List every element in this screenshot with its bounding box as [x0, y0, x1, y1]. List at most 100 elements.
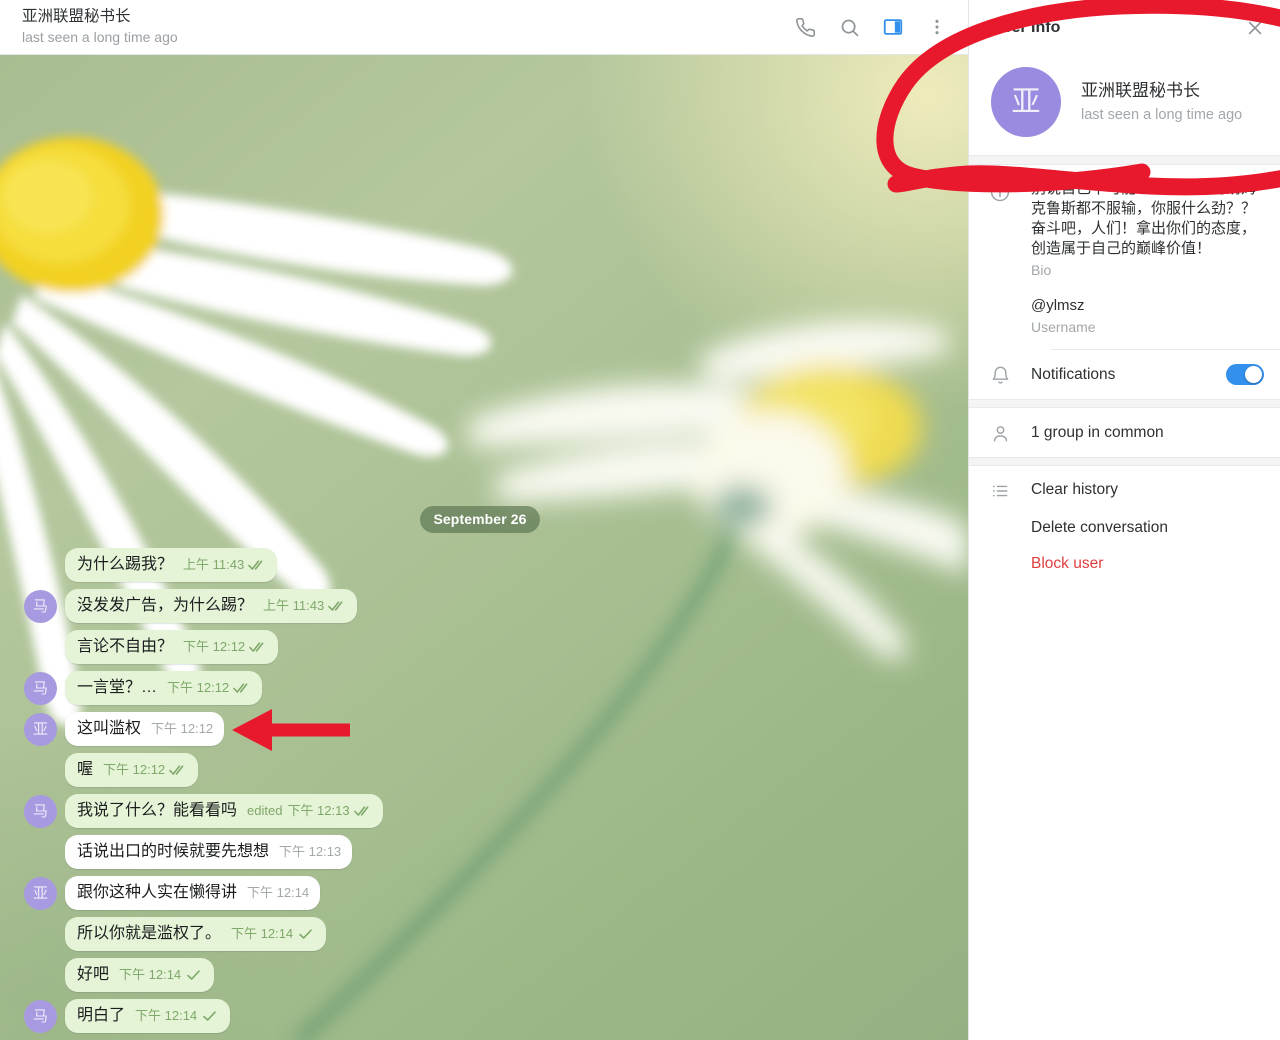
bio-value: 别说自己不可能！年过半百的汤姆克鲁斯都不服输，你服什么劲？？奋斗吧，人们！拿出你… [1031, 180, 1257, 257]
message-text: 喔 [77, 761, 94, 778]
about-section: 别说自己不可能！年过半百的汤姆克鲁斯都不服输，你服什么劲？？奋斗吧，人们！拿出你… [969, 165, 1280, 349]
read-receipt-double-check-icon [353, 805, 372, 817]
outgoing-message-bubble[interactable]: 一言堂？… 下午 12:12 [65, 671, 263, 705]
message-time: 下午 12:13 [287, 803, 350, 818]
message-row: 亚这叫滥权 下午 12:12 [10, 712, 950, 746]
groups-in-common-row[interactable]: 1 group in common [969, 408, 1280, 457]
incoming-message-bubble[interactable]: 话说出口的时候就要先想想 下午 12:13 [65, 835, 353, 869]
message-row: 言论不自由？ 下午 12:12 [10, 630, 950, 664]
message-row: 马 我说了什么？能看看吗 edited 下午 12:13 [10, 794, 950, 828]
message-avatar[interactable]: 亚 [24, 877, 57, 910]
outgoing-message-bubble[interactable]: 喔下午 12:12 [65, 753, 199, 787]
toggle-knob [1245, 366, 1262, 383]
profile-name: 亚洲联盟秘书长 [1081, 80, 1200, 100]
date-divider-row: September 26 [10, 506, 950, 533]
message-avatar[interactable]: 马 [24, 795, 57, 828]
actions-menu: Clear history Delete conversation Block … [969, 466, 1280, 588]
more-vertical-icon[interactable] [920, 10, 954, 44]
username-value: @ylmsz [1031, 297, 1085, 314]
bell-icon [969, 363, 1031, 386]
delete-conversation-row[interactable]: Delete conversation [969, 510, 1280, 546]
block-user-row[interactable]: Block user [969, 546, 1280, 582]
avatar[interactable]: 亚 [991, 67, 1061, 137]
message-row: 亚跟你这种人实在懒得讲 下午 12:14 [10, 876, 950, 910]
message-text: 这叫滥权 [77, 720, 142, 737]
incoming-message-bubble[interactable]: 这叫滥权 下午 12:12 [65, 712, 225, 746]
message-meta: 下午 12:12 [183, 637, 267, 657]
outgoing-message-bubble[interactable]: 没发发广告，为什么踢？ 上午 11:43 [65, 589, 358, 623]
close-icon[interactable] [1238, 11, 1272, 45]
message-avatar[interactable]: 亚 [24, 713, 57, 746]
message-text: 好吧 [77, 966, 110, 983]
message-time: 上午 11:43 [263, 598, 325, 613]
message-meta: 下午 12:14 [231, 924, 315, 944]
message-avatar[interactable]: 马 [24, 1000, 57, 1033]
message-time: 下午 12:14 [247, 885, 310, 900]
message-meta: 下午 12:14 [247, 883, 309, 903]
profile-texts: 亚洲联盟秘书长 last seen a long time ago [1081, 80, 1242, 125]
message-text: 我说了什么？能看看吗 [77, 802, 238, 819]
message-avatar-spacer [24, 549, 57, 582]
incoming-message-bubble[interactable]: 跟你这种人实在懒得讲 下午 12:14 [65, 876, 321, 910]
clear-history-label: Clear history [1031, 481, 1118, 498]
profile-block[interactable]: 亚 亚洲联盟秘书长 last seen a long time ago [969, 55, 1280, 155]
message-time: 下午 12:13 [279, 844, 342, 859]
outgoing-message-bubble[interactable]: 明白了 下午 12:14 [65, 999, 231, 1033]
profile-status: last seen a long time ago [1081, 106, 1243, 123]
outgoing-message-bubble[interactable]: 所以你就是滥权了。 下午 12:14 [65, 917, 327, 951]
message-list[interactable]: September 26 为什么踢我？ 上午 11:43 马 没发发广告，为什么踢？ 上… [0, 55, 968, 1040]
bio-label: Bio [1031, 262, 1052, 278]
panel-separator [969, 155, 1280, 165]
info-icon [969, 179, 1031, 337]
message-time: 下午 12:14 [119, 967, 182, 982]
outgoing-message-bubble[interactable]: 言论不自由？ 下午 12:12 [65, 630, 279, 664]
message-text: 一言堂？… [77, 679, 158, 696]
bio-field[interactable]: 别说自己不可能！年过半百的汤姆克鲁斯都不服输，你服什么劲？？奋斗吧，人们！拿出你… [1031, 179, 1264, 280]
outgoing-message-bubble[interactable]: 好吧 下午 12:14 [65, 958, 215, 992]
chat-header-actions [788, 10, 954, 44]
message-time: 下午 12:12 [167, 680, 230, 695]
outgoing-message-bubble[interactable]: 为什么踢我？ 上午 11:43 [65, 548, 278, 582]
message-meta: 上午 11:43 [183, 555, 266, 575]
chat-column: 亚洲联盟秘书长 last seen a long time ago Septem… [0, 0, 968, 1040]
message-avatar-spacer [24, 959, 57, 992]
message-time: 下午 12:14 [135, 1008, 198, 1023]
username-label: Username [1031, 319, 1096, 335]
read-receipt-double-check-icon [248, 559, 266, 571]
message-text: 话说出口的时候就要先想想 [77, 843, 270, 860]
message-meta: 下午 12:12 [103, 760, 187, 780]
panel-title: User Info [991, 18, 1061, 36]
notifications-toggle[interactable] [1226, 364, 1264, 385]
sent-check-icon [297, 928, 315, 940]
sent-check-icon [185, 969, 203, 981]
username-field[interactable]: @ylmsz Username [1031, 296, 1264, 337]
notifications-label: Notifications [1031, 365, 1116, 383]
message-avatar-spacer [24, 631, 57, 664]
right-panel-toggle-icon[interactable] [876, 10, 910, 44]
messages-container: 为什么踢我？ 上午 11:43 马 没发发广告，为什么踢？ 上午 11:43 言论不自由？… [10, 548, 950, 1040]
search-icon[interactable] [832, 10, 866, 44]
message-text: 明白了 [77, 1007, 126, 1024]
message-meta: 下午 12:13 [279, 842, 341, 862]
message-time: 下午 12:12 [151, 721, 214, 736]
message-avatar[interactable]: 马 [24, 672, 57, 705]
message-text: 为什么踢我？ [77, 556, 174, 573]
outgoing-message-bubble[interactable]: 我说了什么？能看看吗 edited 下午 12:13 [65, 794, 383, 828]
message-meta: 下午 12:12 [167, 678, 251, 698]
block-user-label: Block user [1031, 555, 1104, 572]
read-receipt-double-check-icon [169, 764, 187, 776]
message-row: 为什么踢我？ 上午 11:43 [10, 548, 950, 582]
chat-header-titles[interactable]: 亚洲联盟秘书长 last seen a long time ago [22, 7, 788, 47]
message-time: 上午 11:43 [183, 557, 245, 572]
message-text: 没发发广告，为什么踢？ [77, 597, 254, 614]
message-time: 下午 12:12 [183, 639, 246, 654]
action-icon-spacer [969, 563, 1031, 565]
message-text: 言论不自由？ [77, 638, 174, 655]
clear-history-row[interactable]: Clear history [969, 470, 1280, 510]
notifications-row[interactable]: Notifications [969, 350, 1280, 399]
phone-icon[interactable] [788, 10, 822, 44]
message-meta: edited 下午 12:13 [247, 801, 372, 821]
message-text: 跟你这种人实在懒得讲 [77, 884, 238, 901]
message-row: 喔下午 12:12 [10, 753, 950, 787]
message-avatar[interactable]: 马 [24, 590, 57, 623]
